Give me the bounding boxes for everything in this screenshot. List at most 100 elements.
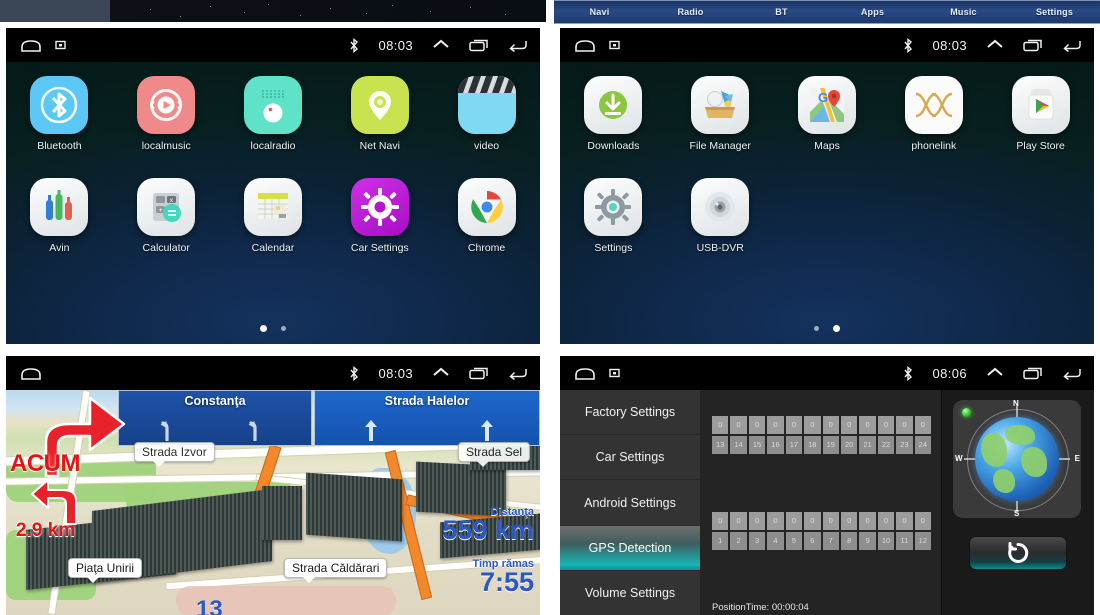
app-file-manager[interactable]: File Manager — [667, 76, 774, 152]
sat-value: 0 — [877, 416, 895, 434]
arrow-left-fork-icon-2 — [248, 421, 257, 441]
sidebar-item-label: Android Settings — [584, 495, 676, 510]
sat-id: 15 — [748, 436, 766, 454]
home-icon[interactable] — [20, 39, 42, 52]
app-play-store[interactable]: Play Store — [987, 76, 1094, 152]
home-icon[interactable] — [574, 367, 596, 380]
app-label: USB-DVR — [696, 242, 744, 254]
navbar-item-radio[interactable]: Radio — [645, 7, 736, 17]
navbar-item-music[interactable]: Music — [918, 7, 1009, 17]
compass-east-label: E — [1074, 454, 1080, 463]
screenshot-icon[interactable] — [609, 40, 620, 50]
sat-id: 21 — [859, 436, 876, 454]
app-bluetooth[interactable]: Bluetooth — [6, 76, 113, 152]
sat-value: 0 — [730, 512, 747, 530]
app-net-navi[interactable]: Net Navi — [326, 76, 433, 152]
chevron-up-icon[interactable] — [986, 39, 1004, 51]
sat-value: 0 — [822, 416, 839, 434]
recents-icon[interactable] — [469, 367, 489, 380]
navbar-item-navi[interactable]: Navi — [554, 7, 645, 17]
app-row-2: Settings USB-DVR — [560, 178, 1094, 254]
sidebar-item-car-settings[interactable]: Car Settings — [560, 435, 700, 481]
sign-strada-halelor: Strada Halelor — [314, 390, 540, 446]
sign-constanta: Constanţa — [118, 390, 312, 446]
sat-value: 0 — [804, 416, 821, 434]
screenshot-icon[interactable] — [609, 368, 620, 378]
app-localmusic[interactable]: localmusic — [113, 76, 220, 152]
music-player-icon — [137, 76, 196, 134]
app-calculator[interactable]: x + Calculator — [113, 178, 220, 254]
navbar-item-apps[interactable]: Apps — [827, 7, 918, 17]
sat-value: 0 — [859, 512, 876, 530]
map-view[interactable]: Constanţa Strada Halelor ACUM 2.9 km Str… — [6, 390, 540, 615]
sidebar-item-factory-settings[interactable]: Factory Settings — [560, 390, 700, 436]
refresh-button[interactable] — [969, 536, 1067, 570]
page-dot-2[interactable] — [281, 326, 286, 331]
sat-value: 0 — [748, 512, 766, 530]
satellite-group-top: 0 0 0 0 0 0 0 0 0 0 0 0 13 14 15 16 17 1… — [712, 416, 932, 456]
status-bar: 08:06 — [560, 356, 1094, 390]
sidebar-item-android-settings[interactable]: Android Settings — [560, 480, 700, 526]
back-icon[interactable] — [1062, 39, 1082, 52]
sat-value: 0 — [785, 512, 803, 530]
chevron-up-icon[interactable] — [986, 367, 1004, 379]
app-video[interactable]: video — [433, 76, 540, 152]
source-navbar-strip: Navi Radio BT Apps Music Settings — [554, 0, 1100, 24]
app-label: Net Navi — [359, 140, 400, 152]
gps-settings-panel: 08:06 Factory Settings Car Settings Andr… — [560, 356, 1094, 615]
recents-icon[interactable] — [1023, 367, 1043, 380]
distance-value: 559 km — [442, 515, 534, 545]
app-label: Settings — [594, 242, 633, 254]
recents-icon[interactable] — [469, 39, 489, 52]
status-bar: 08:03 — [6, 356, 540, 390]
app-row-1: Bluetooth localmusic localradio Net Navi… — [6, 76, 540, 152]
app-label: phonelink — [911, 140, 957, 152]
back-icon[interactable] — [508, 367, 528, 380]
app-label: File Manager — [689, 140, 751, 152]
app-phonelink[interactable]: phonelink — [880, 76, 987, 152]
radio-icon — [243, 76, 302, 134]
app-settings[interactable]: Settings — [560, 178, 667, 254]
page-indicator — [560, 325, 1094, 332]
globe-graphic — [975, 417, 1059, 501]
app-usb-dvr[interactable]: USB-DVR — [667, 178, 774, 254]
screenshot-icon[interactable] — [55, 40, 66, 50]
satellite-values-row-top: 0 0 0 0 0 0 0 0 0 0 0 0 — [712, 416, 932, 434]
app-label: Bluetooth — [37, 140, 82, 152]
google-maps-icon: G — [797, 76, 856, 134]
sat-id: 23 — [896, 436, 913, 454]
navbar-item-bt[interactable]: BT — [736, 7, 827, 17]
sat-id: 7 — [822, 532, 839, 550]
status-bar: 08:03 — [560, 28, 1094, 62]
back-icon[interactable] — [508, 39, 528, 52]
app-chrome[interactable]: Chrome — [433, 178, 540, 254]
app-maps[interactable]: G Maps — [774, 76, 881, 152]
bluetooth-icon — [903, 37, 913, 53]
home-icon[interactable] — [20, 367, 42, 380]
starfield-strip — [0, 0, 546, 22]
app-avin[interactable]: Avin — [6, 178, 113, 254]
navbar-item-settings[interactable]: Settings — [1009, 7, 1100, 17]
app-car-settings[interactable]: Car Settings — [326, 178, 433, 254]
page-dot-2[interactable] — [833, 325, 840, 332]
chevron-up-icon[interactable] — [432, 39, 450, 51]
page-dot-1[interactable] — [260, 325, 267, 332]
page-dot-1[interactable] — [814, 326, 819, 331]
screenshot-collage: Navi Radio BT Apps Music Settings 08:03 … — [0, 0, 1100, 615]
back-icon[interactable] — [1062, 367, 1082, 380]
sidebar-item-gps-detection[interactable]: GPS Detection — [560, 525, 700, 571]
app-calendar[interactable]: Calendar — [220, 178, 327, 254]
sidebar-item-volume-settings[interactable]: Volume Settings — [560, 571, 700, 615]
svg-text:+: + — [159, 207, 163, 214]
app-downloads[interactable]: Downloads — [560, 76, 667, 152]
trip-time-block: Timp rămas 7:55 — [472, 558, 534, 596]
sidebar-item-label: GPS Detection — [588, 540, 672, 555]
app-localradio[interactable]: localradio — [220, 76, 327, 152]
chevron-up-icon[interactable] — [432, 367, 450, 379]
maneuver-distance-label: 2.9 km — [16, 520, 76, 541]
sat-value: 0 — [840, 416, 858, 434]
recents-icon[interactable] — [1023, 39, 1043, 52]
maneuver-now-label: ACUM — [10, 450, 81, 477]
file-manager-icon — [691, 76, 750, 134]
home-icon[interactable] — [574, 39, 596, 52]
